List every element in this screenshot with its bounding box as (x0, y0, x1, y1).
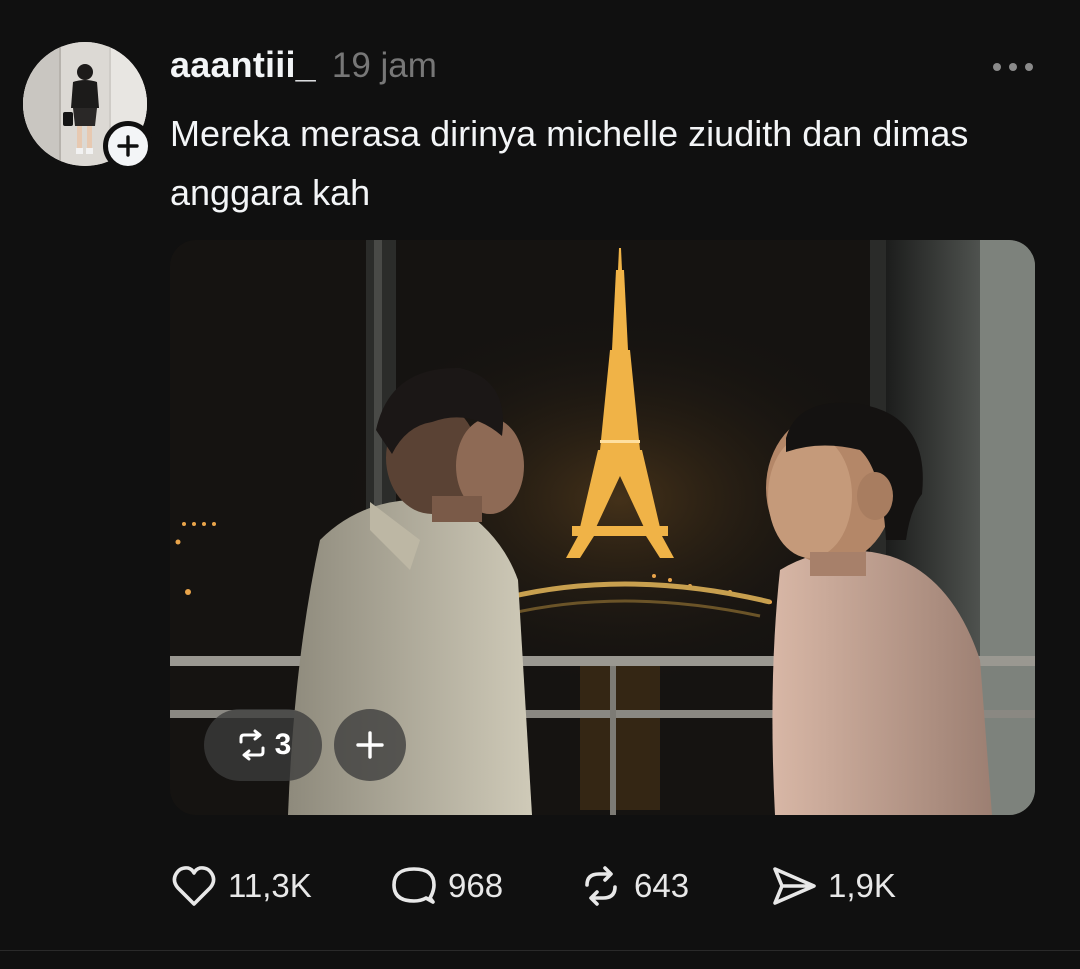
plus-icon (117, 135, 139, 157)
send-icon (773, 867, 816, 905)
repost-button[interactable]: 643 (578, 858, 770, 914)
post-caption: Mereka merasa dirinya michelle ziudith d… (170, 113, 969, 213)
post-image[interactable]: 3 (170, 240, 1035, 815)
comment-bubble-icon (392, 867, 436, 904)
post-divider (0, 950, 1080, 951)
plus-icon (356, 731, 384, 759)
comment-button[interactable]: 968 (390, 858, 578, 914)
heart-icon (172, 866, 216, 906)
post-time: 19 jam (331, 46, 437, 85)
avatar-container (23, 42, 153, 171)
quote-repost-button[interactable]: 3 (204, 709, 322, 781)
post-header: aaantiii_ 19 jam (170, 44, 437, 90)
like-button[interactable]: 11,3K (170, 858, 390, 914)
username[interactable]: aaantiii_ (170, 44, 316, 86)
post-actions: 11,3K 968 643 1,9K (170, 858, 930, 914)
thread-post: aaantiii_ 19 jam Mereka merasa dirinya m… (0, 0, 1080, 969)
repost-icon (585, 866, 617, 906)
share-button[interactable]: 1,9K (770, 858, 930, 914)
more-options-button[interactable] (988, 52, 1038, 82)
media-repost-count: 3 (274, 728, 292, 761)
repost-icon (239, 729, 265, 761)
repost-count: 643 (634, 867, 690, 904)
follow-button[interactable] (103, 121, 153, 171)
like-count: 11,3K (228, 867, 312, 904)
add-media-button[interactable] (334, 709, 406, 781)
share-count: 1,9K (828, 867, 896, 904)
more-horizontal-icon (993, 63, 1033, 71)
comment-count: 968 (448, 867, 504, 904)
